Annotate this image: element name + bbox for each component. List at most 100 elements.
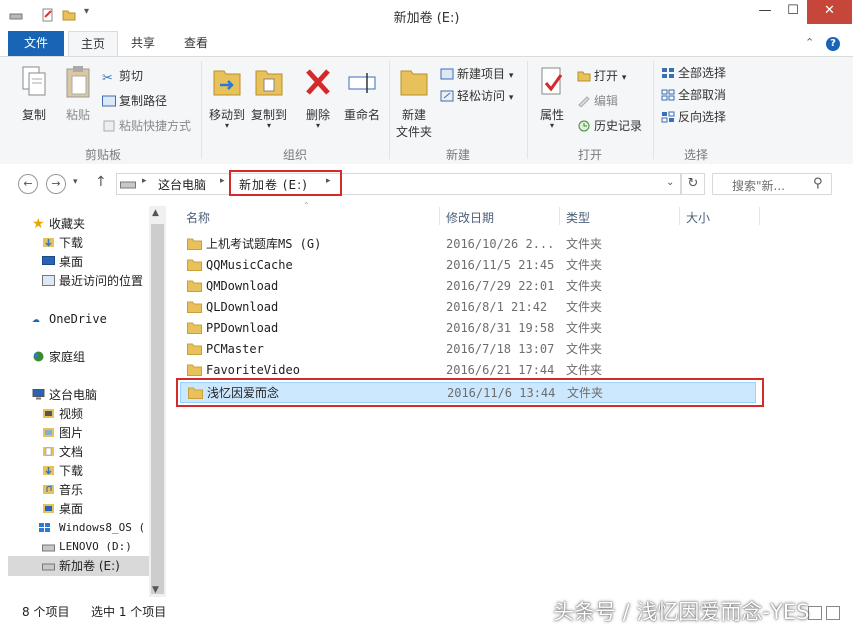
paste-label: 粘贴 xyxy=(65,108,90,122)
nav-pictures[interactable]: 图片 xyxy=(43,424,83,442)
new-folder-button[interactable]: 新建 文件夹 xyxy=(393,65,435,140)
nav-drive-e[interactable]: 新加卷 (E:) xyxy=(42,557,120,575)
file-date: 2016/11/5 21:45 xyxy=(446,258,555,272)
easy-access-dropdown-icon: ▾ xyxy=(508,93,514,103)
details-view-button[interactable] xyxy=(808,606,822,620)
nav-documents[interactable]: 文档 xyxy=(43,443,84,461)
back-button[interactable]: ← xyxy=(18,174,38,194)
column-header-size[interactable]: 大小 xyxy=(686,208,710,228)
nav-homegroup[interactable]: 家庭组 xyxy=(33,348,85,366)
search-icon[interactable]: ⚲ xyxy=(813,176,823,191)
delete-button[interactable]: 删除 ▾ xyxy=(298,65,338,130)
column-divider[interactable] xyxy=(439,207,440,225)
nav-drive-e-label: 新加卷 (E:) xyxy=(59,559,120,573)
nav-favorites[interactable]: ★ 收藏夹 xyxy=(32,215,85,233)
rename-button[interactable]: 重命名 xyxy=(340,65,384,123)
paste-button[interactable]: 粘贴 xyxy=(58,65,98,123)
move-to-button[interactable]: 移动到 ▾ xyxy=(206,65,248,130)
history-label: 历史记录 xyxy=(594,119,643,133)
search-input[interactable]: 搜索"新... xyxy=(732,177,785,194)
breadcrumb-chevron-icon: ▸ xyxy=(142,176,147,186)
copy-path-label: 复制路径 xyxy=(119,94,168,108)
scroll-up-icon[interactable]: ▲ xyxy=(152,208,159,218)
refresh-button[interactable]: ↻ xyxy=(681,173,705,195)
paste-icon xyxy=(66,66,90,98)
file-row[interactable]: QMDownload 2016/7/29 22:01 文件夹 xyxy=(180,276,756,297)
folder-icon xyxy=(187,301,202,313)
tab-home[interactable]: 主页 xyxy=(68,31,118,57)
copy-button[interactable]: 复制 xyxy=(14,65,54,123)
file-row[interactable]: PPDownload 2016/8/31 19:58 文件夹 xyxy=(180,318,756,339)
nav-downloads-pc[interactable]: 下载 xyxy=(43,462,84,480)
file-row[interactable]: QLDownload 2016/8/1 21:42 文件夹 xyxy=(180,297,756,318)
address-history-dropdown-icon[interactable]: ⌄ xyxy=(666,177,674,188)
large-icons-view-button[interactable] xyxy=(826,606,840,620)
copy-path-button[interactable]: 复制路径 xyxy=(102,91,167,111)
nav-music[interactable]: 音乐 xyxy=(43,481,83,499)
nav-downloads[interactable]: 下载 xyxy=(43,234,83,252)
nav-scrollbar-thumb[interactable] xyxy=(151,224,164,594)
nav-recent-places[interactable]: 最近访问的位置 xyxy=(59,272,149,290)
collapse-ribbon-icon[interactable]: ⌃ xyxy=(805,36,814,49)
easy-access-label: 轻松访问 xyxy=(457,89,506,103)
select-all-button[interactable]: 全部选择 xyxy=(661,63,726,83)
documents-icon xyxy=(43,447,54,456)
forward-button[interactable]: → xyxy=(46,174,66,194)
nav-drive-c[interactable]: Windows8_OS ( xyxy=(59,519,149,537)
videos-icon xyxy=(43,409,54,418)
recent-locations-dropdown-icon[interactable]: ▾ xyxy=(73,177,78,187)
homegroup-icon xyxy=(33,351,44,362)
column-divider[interactable] xyxy=(559,207,560,225)
search-box[interactable]: 搜索"新... ⚲ xyxy=(712,173,832,195)
copy-to-button[interactable]: 复制到 ▾ xyxy=(248,65,290,130)
breadcrumb-this-pc[interactable]: 这台电脑 xyxy=(158,176,206,193)
column-header-type[interactable]: 类型 xyxy=(566,208,590,228)
cut-button[interactable]: ✂ 剪切 xyxy=(102,66,143,86)
file-row[interactable]: QQMusicCache 2016/11/5 21:45 文件夹 xyxy=(180,255,756,276)
breadcrumb-chevron-icon: ▸ xyxy=(220,176,225,186)
file-row[interactable]: 上机考试题库MS (G) 2016/10/26 2... 文件夹 xyxy=(180,234,756,255)
column-divider[interactable] xyxy=(759,207,760,225)
new-item-button[interactable]: 新建项目 ▾ xyxy=(440,64,513,84)
column-divider[interactable] xyxy=(679,207,680,225)
column-header-date[interactable]: 修改日期 xyxy=(446,208,494,228)
properties-button[interactable]: 属性 ▾ xyxy=(532,65,572,130)
select-none-button[interactable]: 全部取消 xyxy=(661,85,726,105)
nav-desktop-pc[interactable]: 桌面 xyxy=(43,500,83,518)
tab-file[interactable]: 文件 xyxy=(8,31,64,56)
tab-share[interactable]: 共享 xyxy=(122,31,164,56)
address-highlight-box xyxy=(229,170,342,196)
new-folder-label-1: 新建 xyxy=(401,108,426,122)
easy-access-button[interactable]: 轻松访问 ▾ xyxy=(440,86,513,106)
nav-downloads-pc-label: 下载 xyxy=(59,464,84,478)
minimize-button[interactable]: — xyxy=(751,0,779,24)
tab-view[interactable]: 查看 xyxy=(174,31,218,56)
new-folder-label-2: 文件夹 xyxy=(395,125,432,139)
group-label-new: 新建 xyxy=(445,148,470,162)
ribbon-divider xyxy=(527,61,528,159)
file-row[interactable]: PCMaster 2016/7/18 13:07 文件夹 xyxy=(180,339,756,360)
drive-icon xyxy=(42,544,55,552)
edit-button[interactable]: 编辑 xyxy=(577,91,618,111)
nav-videos[interactable]: 视频 xyxy=(43,405,83,423)
nav-drive-d[interactable]: LENOVO (D:) xyxy=(42,538,132,556)
column-header-name[interactable]: 名称 xyxy=(186,208,210,228)
help-icon[interactable]: ? xyxy=(826,37,840,51)
scroll-down-icon[interactable]: ▼ xyxy=(152,585,159,595)
nav-documents-label: 文档 xyxy=(59,445,84,459)
maximize-button[interactable]: ☐ xyxy=(779,0,807,24)
nav-desktop[interactable]: 桌面 xyxy=(42,253,83,271)
invert-selection-label: 反向选择 xyxy=(678,110,727,124)
properties-icon xyxy=(541,67,563,95)
nav-this-pc[interactable]: 这台电脑 xyxy=(32,386,97,404)
paste-shortcut-button[interactable]: 粘贴快捷方式 xyxy=(102,116,191,136)
open-button[interactable]: 打开 ▾ xyxy=(577,66,626,86)
edit-label: 编辑 xyxy=(594,94,619,108)
up-button[interactable]: ↑ xyxy=(95,174,107,190)
address-bar[interactable]: ▸ 这台电脑 ▸ 新加卷 (E:) ▸ ⌄ xyxy=(116,173,681,195)
nav-onedrive[interactable]: ☁ OneDrive xyxy=(32,310,107,328)
history-button[interactable]: 历史记录 xyxy=(577,116,642,136)
close-button[interactable]: ✕ xyxy=(807,0,852,24)
file-type: 文件夹 xyxy=(566,342,603,356)
invert-selection-button[interactable]: 反向选择 xyxy=(661,107,726,127)
